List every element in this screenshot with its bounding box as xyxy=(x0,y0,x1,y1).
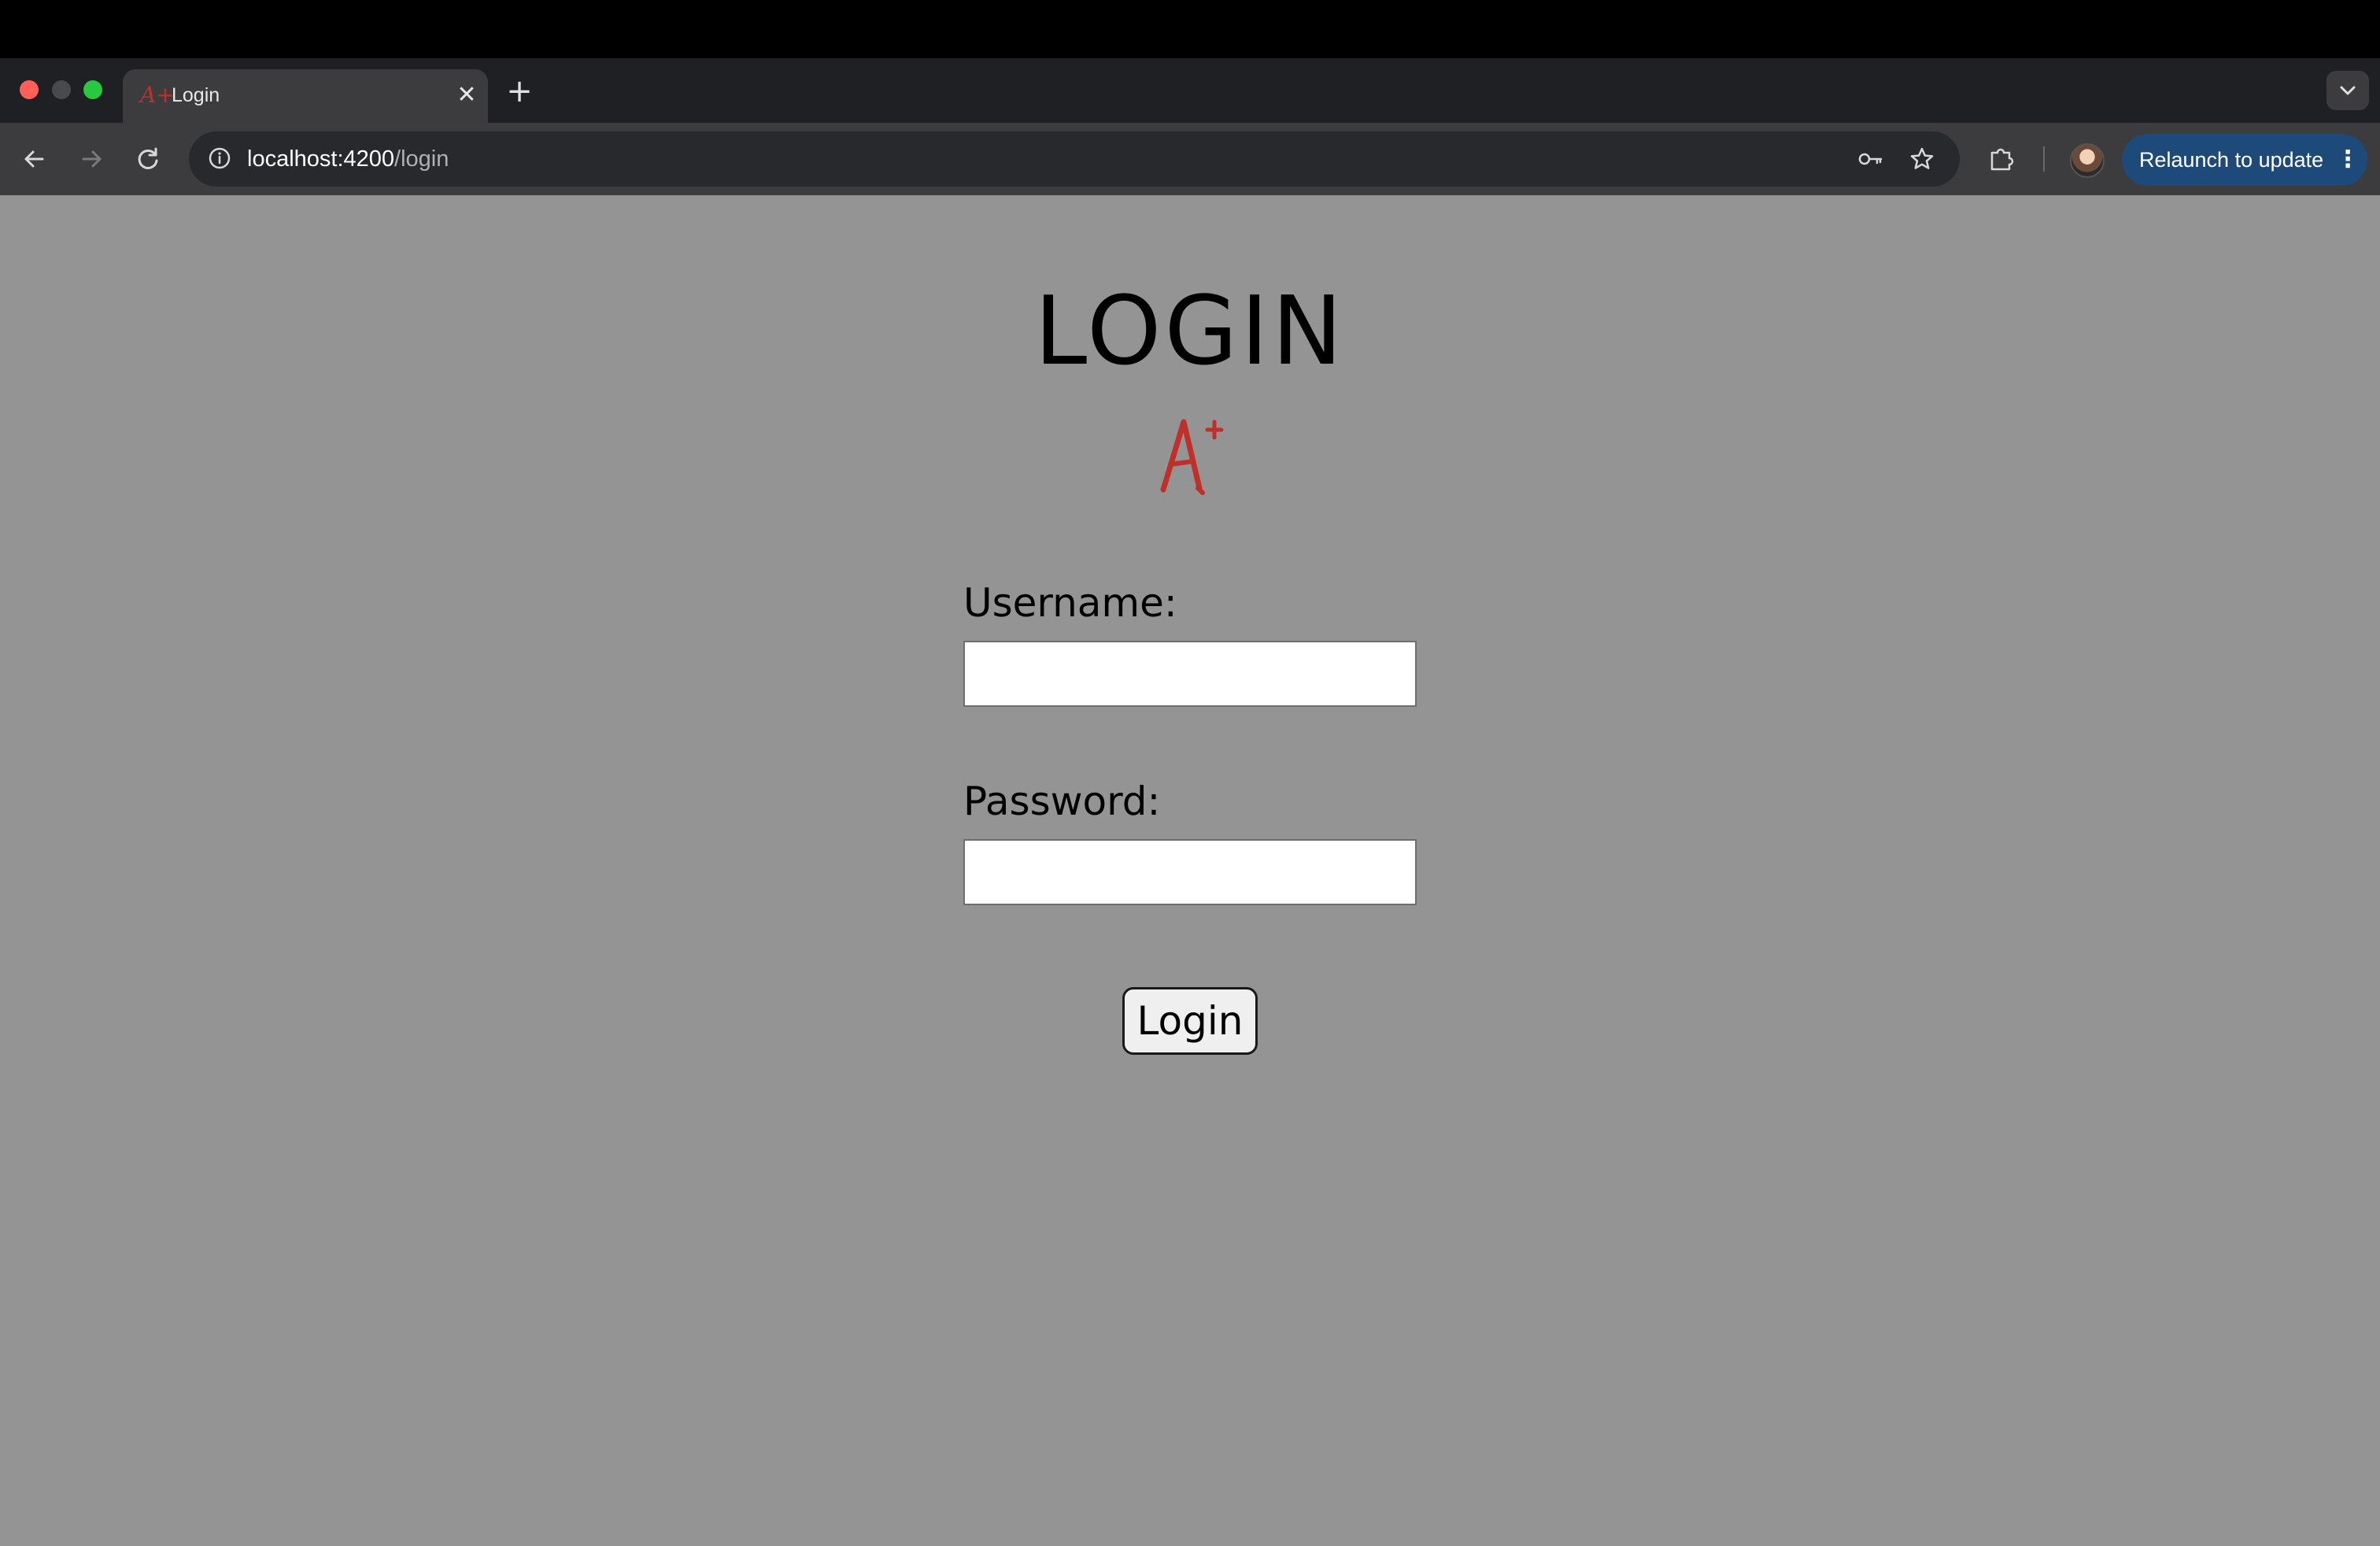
tab-favicon-icon: A+ xyxy=(140,82,175,108)
puzzle-icon xyxy=(1990,148,2014,171)
toolbar-divider xyxy=(2043,146,2045,172)
relaunch-to-update-button[interactable]: Relaunch to update ⋮ xyxy=(2122,134,2367,186)
tab-search-button[interactable] xyxy=(2326,71,2369,110)
password-input[interactable] xyxy=(963,839,1417,905)
address-bar[interactable]: localhost:4200/login xyxy=(189,131,1960,187)
tab-login[interactable]: A+ Login ✕ xyxy=(123,69,488,123)
address-url[interactable]: localhost:4200/login xyxy=(247,144,449,174)
password-key-button[interactable] xyxy=(1856,144,1886,174)
new-tab-button[interactable]: + xyxy=(504,76,535,107)
page-title: LOGIN xyxy=(1034,277,1346,386)
username-input[interactable] xyxy=(963,641,1417,707)
chevron-down-icon xyxy=(2340,86,2356,95)
relaunch-label: Relaunch to update xyxy=(2139,148,2324,172)
minimize-window-button[interactable] xyxy=(52,80,71,99)
password-label: Password: xyxy=(963,779,1161,824)
address-host: localhost:4200 xyxy=(247,146,395,172)
page-content: LOGIN Username: Password: Login xyxy=(0,195,2380,1546)
reload-icon xyxy=(138,147,158,169)
extensions-button[interactable] xyxy=(1985,142,2018,176)
system-menubar xyxy=(0,0,2380,58)
more-menu-icon[interactable]: ⋮ xyxy=(2336,143,2360,176)
profile-avatar[interactable] xyxy=(2070,143,2105,178)
back-arrow-icon xyxy=(24,150,44,168)
username-label: Username: xyxy=(963,580,1177,626)
forward-button[interactable] xyxy=(76,143,107,175)
info-icon[interactable] xyxy=(206,145,233,172)
maximize-window-button[interactable] xyxy=(83,80,102,99)
reload-button[interactable] xyxy=(132,143,164,175)
address-path: /login xyxy=(394,146,449,172)
tab-title: Login xyxy=(172,84,220,106)
login-button[interactable]: Login xyxy=(1122,987,1258,1055)
close-icon[interactable]: ✕ xyxy=(453,82,480,109)
forward-arrow-icon xyxy=(82,150,102,168)
star-icon xyxy=(1910,147,1934,169)
back-button[interactable] xyxy=(19,143,50,175)
key-icon xyxy=(1858,153,1883,165)
a-plus-logo xyxy=(1160,419,1224,495)
bookmark-button[interactable] xyxy=(1907,144,1937,174)
close-window-button[interactable] xyxy=(20,80,39,99)
